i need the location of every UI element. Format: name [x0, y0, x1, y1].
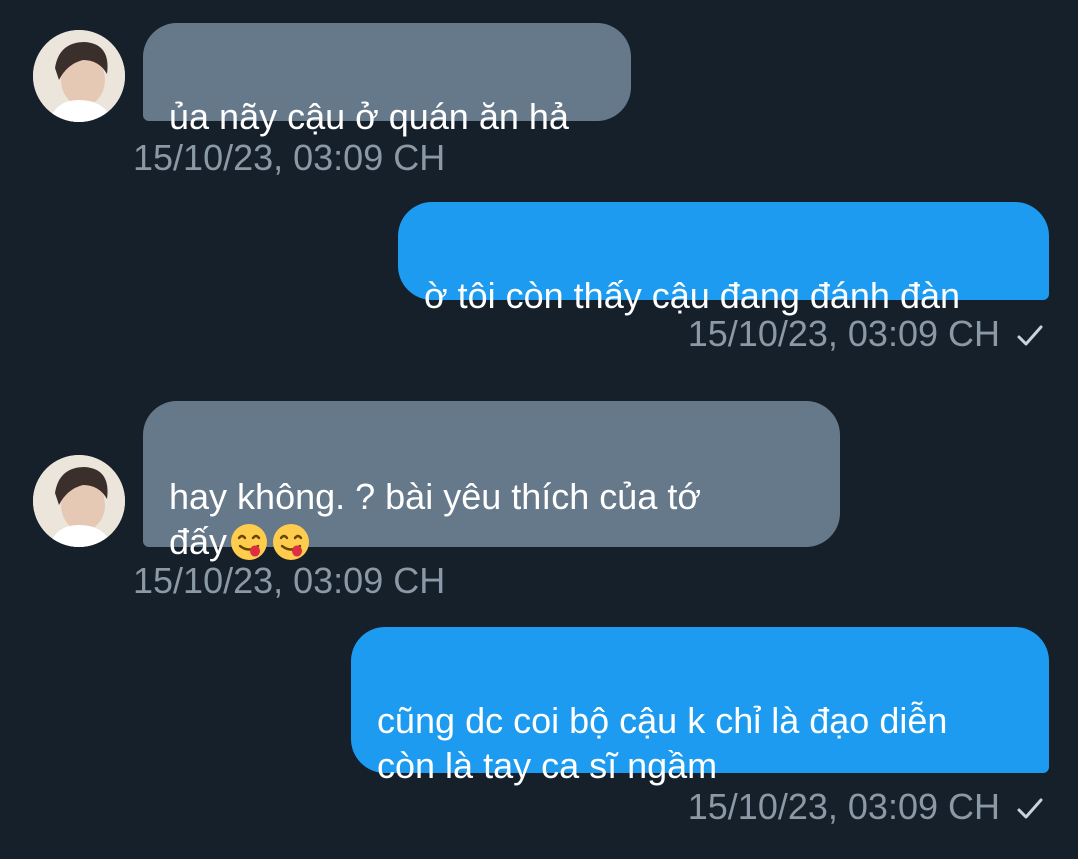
message-bubble-incoming[interactable]: ủa nãy cậu ở quán ăn hả: [143, 23, 631, 137]
message-timestamp: 15/10/23, 03:09 CH: [687, 786, 1000, 827]
message-text: ờ tôi còn thấy cậu đang đánh đàn: [424, 275, 961, 316]
checkmark-icon: [1017, 325, 1043, 346]
message-bubble-incoming[interactable]: hay không. ? bài yêu thích của tớ đấy: [143, 401, 840, 562]
yum-face-icon: [231, 524, 268, 560]
message-bubble-outgoing[interactable]: cũng dc coi bộ cậu k chỉ là đạo diễn còn…: [351, 627, 1049, 786]
message-timestamp: 15/10/23, 03:09 CH: [133, 137, 446, 178]
message-timestamp: 15/10/23, 03:09 CH: [687, 313, 1000, 354]
message-text: cũng dc coi bộ cậu k chỉ là đạo diễn còn…: [377, 700, 948, 786]
message-bubble-outgoing[interactable]: ờ tôi còn thấy cậu đang đánh đàn: [398, 202, 1049, 316]
checkmark-icon: [1017, 798, 1043, 819]
yum-face-icon: [273, 524, 310, 560]
message-text: ủa nãy cậu ở quán ăn hả: [169, 96, 569, 137]
sender-avatar[interactable]: [33, 30, 125, 122]
sender-avatar[interactable]: [33, 455, 125, 547]
message-timestamp: 15/10/23, 03:09 CH: [133, 560, 446, 601]
